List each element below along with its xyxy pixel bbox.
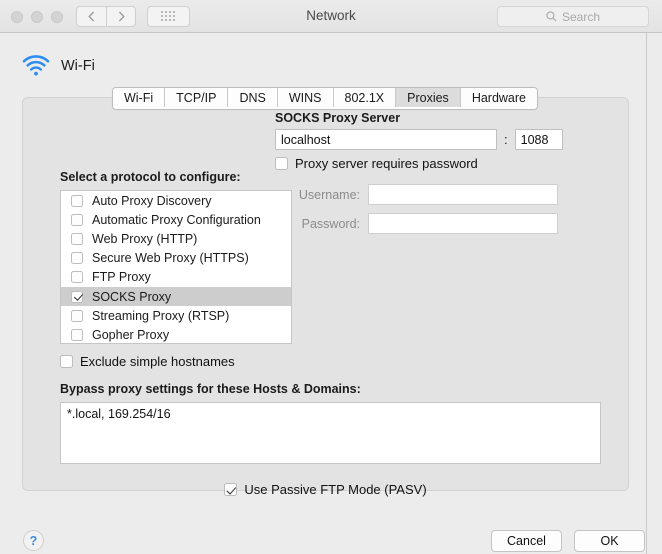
ok-button[interactable]: OK [574, 530, 645, 552]
protocol-row-automatic-proxy-configuration[interactable]: Automatic Proxy Configuration [61, 210, 291, 229]
username-label: Username: [298, 187, 360, 202]
checkbox-web-proxy-http[interactable] [71, 232, 83, 245]
help-button[interactable]: ? [23, 530, 44, 551]
protocol-label-socks-proxy: SOCKS Proxy [92, 289, 172, 304]
passive-ftp-label: Use Passive FTP Mode (PASV) [244, 482, 427, 497]
requires-password-label: Proxy server requires password [295, 156, 478, 171]
protocol-label-web-proxy-http: Web Proxy (HTTP) [92, 231, 198, 246]
service-name: Wi-Fi [61, 57, 95, 74]
tab-proxies[interactable]: Proxies [396, 88, 461, 107]
proxy-host-value: localhost [281, 132, 331, 147]
checkbox-auto-proxy-discovery[interactable] [71, 194, 83, 207]
protocol-row-gopher-proxy[interactable]: Gopher Proxy [61, 325, 291, 343]
tab-dns[interactable]: DNS [228, 88, 278, 107]
protocol-label-secure-web-proxy-https: Secure Web Proxy (HTTPS) [92, 251, 249, 266]
bypass-label: Bypass proxy settings for these Hosts & … [60, 382, 361, 396]
exclude-simple-hostnames-label: Exclude simple hostnames [80, 354, 235, 369]
search-placeholder: Search [561, 9, 601, 24]
proxy-server-title: SOCKS Proxy Server [275, 111, 401, 125]
protocol-list[interactable]: Auto Proxy Discovery Automatic Proxy Con… [60, 190, 292, 344]
protocol-label-gopher-proxy: Gopher Proxy [92, 327, 170, 342]
proxy-server-address-row: localhost : 1088 [275, 129, 563, 150]
password-input[interactable] [368, 213, 558, 234]
search-field[interactable]: Search [497, 6, 649, 27]
tab-wins[interactable]: WINS [277, 88, 334, 107]
protocol-row-web-proxy-http[interactable]: Web Proxy (HTTP) [61, 229, 291, 248]
proxy-port-value: 1088 [520, 132, 549, 147]
tab-hardware[interactable]: Hardware [460, 88, 537, 107]
network-preferences-window: Network Search Wi-Fi Wi-Fi TCP/IP DNS WI… [0, 0, 662, 554]
checkbox-ftp-proxy[interactable] [71, 271, 83, 284]
checkbox-streaming-proxy-rtsp[interactable] [71, 309, 83, 322]
checkbox-automatic-proxy-configuration[interactable] [71, 213, 83, 226]
bypass-textarea[interactable]: *.local, 169.254/16 [60, 402, 601, 464]
tab-8021x[interactable]: 802.1X [333, 88, 397, 107]
checkbox-proxy-requires-password[interactable] [275, 157, 288, 170]
proxy-port-input[interactable]: 1088 [514, 129, 563, 150]
search-icon [546, 11, 557, 22]
question-mark-icon: ? [29, 533, 38, 548]
protocol-row-socks-proxy[interactable]: SOCKS Proxy [61, 286, 291, 307]
passive-ftp-row[interactable]: Use Passive FTP Mode (PASV) [23, 482, 628, 497]
protocol-label-automatic-proxy-configuration: Automatic Proxy Configuration [92, 212, 261, 227]
host-port-separator: : [504, 132, 508, 147]
protocol-label-streaming-proxy-rtsp: Streaming Proxy (RTSP) [92, 308, 230, 323]
tab-wifi[interactable]: Wi-Fi [113, 88, 166, 107]
username-input[interactable] [368, 184, 558, 205]
service-header: Wi-Fi [22, 55, 95, 76]
exclude-simple-hostnames-row[interactable]: Exclude simple hostnames [60, 354, 235, 369]
titlebar: Network Search [0, 0, 662, 33]
wifi-icon [22, 55, 50, 76]
requires-password-row[interactable]: Proxy server requires password [275, 156, 478, 171]
password-label: Password: [301, 216, 360, 231]
password-row: Password: [275, 213, 558, 234]
bypass-value: *.local, 169.254/16 [67, 407, 171, 421]
checkbox-secure-web-proxy-https[interactable] [71, 252, 83, 265]
tab-bar: Wi-Fi TCP/IP DNS WINS 802.1X Proxies Har… [112, 87, 538, 110]
cancel-button[interactable]: Cancel [491, 530, 562, 552]
proxies-sheet: Wi-Fi Wi-Fi TCP/IP DNS WINS 802.1X Proxi… [1, 33, 647, 554]
protocol-row-auto-proxy-discovery[interactable]: Auto Proxy Discovery [61, 191, 291, 210]
checkbox-passive-ftp-mode[interactable] [224, 483, 238, 496]
username-row: Username: [275, 184, 558, 205]
protocol-row-streaming-proxy-rtsp[interactable]: Streaming Proxy (RTSP) [61, 306, 291, 325]
checkbox-socks-proxy[interactable] [71, 290, 83, 303]
protocol-list-label: Select a protocol to configure: [60, 170, 241, 184]
checkbox-exclude-simple-hostnames[interactable] [60, 355, 73, 368]
protocol-row-secure-web-proxy-https[interactable]: Secure Web Proxy (HTTPS) [61, 249, 291, 268]
protocol-label-ftp-proxy: FTP Proxy [92, 270, 151, 285]
proxies-panel: Wi-Fi TCP/IP DNS WINS 802.1X Proxies Har… [22, 87, 629, 497]
protocol-label-auto-proxy-discovery: Auto Proxy Discovery [92, 193, 212, 208]
tab-tcpip[interactable]: TCP/IP [165, 88, 229, 107]
checkbox-gopher-proxy[interactable] [71, 328, 83, 341]
protocol-row-ftp-proxy[interactable]: FTP Proxy [61, 268, 291, 287]
proxy-host-input[interactable]: localhost [275, 129, 497, 150]
